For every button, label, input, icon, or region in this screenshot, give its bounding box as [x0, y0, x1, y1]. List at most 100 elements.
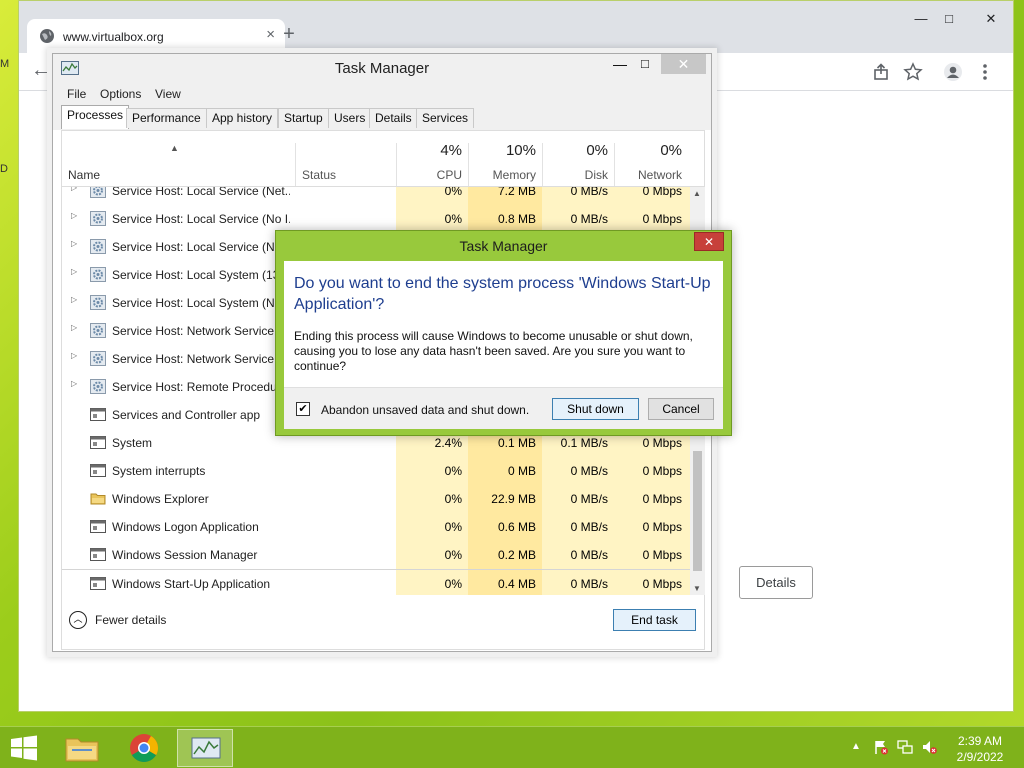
expand-arrow-icon[interactable]: ▷	[71, 351, 77, 360]
process-row[interactable]: Windows Session Manager 0% 0.2 MB 0 MB/s 0 M…	[62, 541, 690, 569]
tab-services[interactable]: Services	[416, 108, 475, 128]
column-cpu-percent[interactable]: 4%	[392, 142, 462, 159]
expand-arrow-icon[interactable]: ▷	[71, 295, 77, 304]
details-button[interactable]: Details	[739, 566, 813, 599]
desktop-icon-fragment: M	[0, 58, 10, 70]
column-memory-percent[interactable]: 10%	[466, 142, 536, 159]
process-row[interactable]: Windows Logon Application 0% 0.6 MB 0 MB/s 0…	[62, 513, 690, 541]
browser-tab[interactable]: www.virtualbox.org ×	[27, 19, 285, 53]
expand-arrow-icon[interactable]: ▷	[71, 239, 77, 248]
collapse-chevron-icon[interactable]: ︿	[69, 611, 87, 629]
process-name: Service Host: Local Service (No	[112, 240, 282, 254]
abandon-data-label[interactable]: Abandon unsaved data and shut down.	[321, 403, 529, 417]
tray-overflow-icon[interactable]: ▲	[851, 741, 861, 752]
tm-maximize-button[interactable]: □	[641, 56, 649, 71]
windows-start-icon[interactable]	[10, 735, 38, 761]
browser-minimize-button[interactable]: —	[907, 11, 935, 26]
dialog-titlebar: Task Manager ✕	[276, 231, 731, 260]
column-cpu[interactable]: CPU	[392, 168, 462, 182]
browser-tab-bar: www.virtualbox.org × + — □ ✕	[19, 1, 1013, 53]
shut-down-button[interactable]: Shut down	[552, 398, 639, 420]
process-row[interactable]: Windows Explorer 0% 22.9 MB 0 MB/s 0 Mbps	[62, 485, 690, 513]
app-window-icon	[90, 519, 106, 534]
clock-time: 2:39 AM	[957, 734, 1003, 748]
process-disk: 0 MB/s	[570, 577, 608, 591]
column-divider	[295, 143, 296, 186]
taskbar: ▲ 2:39 AM 2/9/2022	[0, 726, 1024, 768]
browser-close-button[interactable]: ✕	[977, 11, 1005, 27]
column-memory[interactable]: Memory	[466, 168, 536, 182]
dialog-content: Do you want to end the system process 'W…	[284, 261, 723, 429]
app-window-icon	[90, 576, 106, 591]
tm-minimize-button[interactable]: —	[613, 56, 627, 72]
process-name: Service Host: Local Service (Net...	[112, 187, 290, 198]
cancel-button[interactable]: Cancel	[648, 398, 714, 420]
end-process-dialog: Task Manager ✕ Do you want to end the sy…	[275, 230, 732, 436]
expand-arrow-icon[interactable]: ▷	[71, 267, 77, 276]
tab-users[interactable]: Users	[328, 108, 372, 128]
process-row[interactable]: ▷ Service Host: Local Service (Net... 0% 7.…	[62, 187, 690, 205]
scroll-thumb[interactable]	[693, 451, 702, 571]
process-disk: 0 MB/s	[570, 492, 608, 506]
expand-arrow-icon[interactable]: ▷	[71, 323, 77, 332]
column-disk[interactable]: Disk	[538, 168, 608, 182]
tab-performance[interactable]: Performance	[126, 108, 207, 128]
bookmark-star-icon[interactable]	[903, 62, 923, 82]
process-name: Service Host: Local System (13)	[112, 268, 284, 282]
service-gear-icon	[90, 267, 106, 282]
menu-view[interactable]: View	[155, 87, 181, 101]
column-network[interactable]: Network	[612, 168, 682, 182]
process-row[interactable]: ▷ Service Host: Local Service (No I... 0% 0…	[62, 205, 690, 233]
kebab-menu-icon[interactable]	[975, 62, 995, 82]
service-gear-icon	[90, 351, 106, 366]
folder-icon	[65, 738, 99, 762]
expand-arrow-icon[interactable]: ▷	[71, 211, 77, 220]
volume-muted-icon[interactable]	[921, 739, 937, 755]
process-cpu: 0%	[444, 187, 462, 198]
menu-options[interactable]: Options	[100, 87, 141, 101]
process-row[interactable]: System interrupts 0% 0 MB 0 MB/s 0 Mbps	[62, 457, 690, 485]
column-disk-percent[interactable]: 0%	[538, 142, 608, 159]
tab-startup[interactable]: Startup	[278, 108, 329, 128]
expand-arrow-icon[interactable]: ▷	[71, 379, 77, 388]
tab-app-history[interactable]: App history	[206, 108, 279, 128]
process-row[interactable]: Windows Start-Up Application 0% 0.4 MB 0 MB…	[62, 569, 690, 595]
menu-file[interactable]: File	[67, 87, 86, 101]
process-memory: 0 MB	[507, 464, 536, 478]
tab-processes[interactable]: Processes	[61, 105, 130, 129]
action-center-flag-icon[interactable]	[873, 739, 889, 755]
column-name[interactable]: Name	[68, 168, 100, 182]
process-disk: 0 MB/s	[570, 520, 608, 534]
column-status[interactable]: Status	[302, 168, 336, 182]
end-task-button[interactable]: End task	[613, 609, 696, 631]
process-network: 0 Mbps	[642, 436, 682, 450]
process-memory: 0.1 MB	[497, 436, 536, 450]
share-icon[interactable]	[871, 62, 891, 82]
browser-maximize-button[interactable]: □	[935, 11, 963, 26]
back-arrow-icon[interactable]: ←	[31, 59, 51, 82]
globe-icon	[40, 29, 54, 43]
column-network-percent[interactable]: 0%	[612, 142, 682, 159]
tab-close-icon[interactable]: ×	[266, 26, 275, 43]
dialog-close-button[interactable]: ✕	[694, 232, 724, 251]
scroll-up-icon[interactable]: ▲	[693, 189, 701, 198]
tab-details[interactable]: Details	[369, 108, 418, 128]
new-tab-button[interactable]: +	[277, 23, 301, 46]
scroll-down-icon[interactable]: ▼	[693, 584, 701, 593]
taskbar-clock[interactable]: 2:39 AM 2/9/2022	[948, 733, 1012, 765]
profile-avatar-icon[interactable]	[943, 62, 963, 82]
abandon-data-checkbox[interactable]: ✔	[296, 402, 310, 416]
process-memory: 7.2 MB	[497, 187, 536, 198]
taskbar-file-explorer[interactable]	[54, 729, 110, 767]
process-name: Windows Logon Application	[112, 520, 259, 534]
network-icon[interactable]	[897, 739, 913, 755]
process-name: Service Host: Remote Procedur	[112, 380, 281, 394]
expand-arrow-icon[interactable]: ▷	[71, 187, 77, 192]
tm-close-button[interactable]: ✕	[661, 54, 706, 74]
process-cpu: 0%	[444, 212, 462, 226]
fewer-details-link[interactable]: Fewer details	[95, 613, 166, 627]
process-memory: 0.6 MB	[497, 520, 536, 534]
process-name: System interrupts	[112, 464, 206, 478]
taskbar-task-manager[interactable]	[177, 729, 233, 767]
taskbar-chrome[interactable]	[116, 729, 172, 767]
